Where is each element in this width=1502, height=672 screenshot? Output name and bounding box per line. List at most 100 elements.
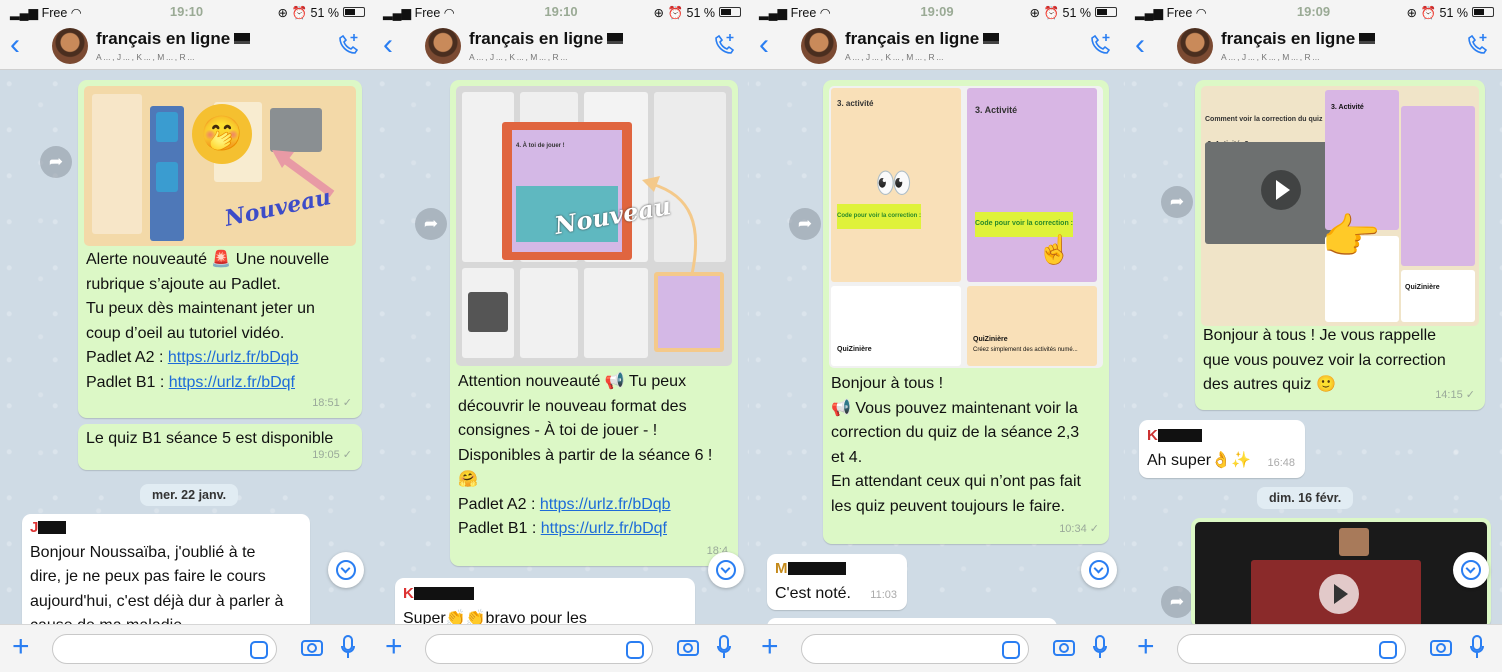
camera-icon[interactable] <box>301 638 323 656</box>
chat-title[interactable]: français en ligne <box>845 29 1000 49</box>
group-avatar[interactable] <box>425 28 461 64</box>
phone-screen-2: ▂▄▆ Free ◠ 19:10 ⊕ ⏰ 51 % ‹ français en … <box>373 0 749 672</box>
battery-percent: ⊕ ⏰ 51 % <box>1406 6 1468 20</box>
back-chevron-icon[interactable]: ‹ <box>759 28 769 62</box>
eyes-icon: 👀 <box>875 167 913 200</box>
pointing-hand-icon: 👉 <box>1321 211 1381 264</box>
video-message[interactable] <box>1191 518 1491 628</box>
member-list: A ... , J ... , K ... , M ... , R ... <box>96 52 195 62</box>
microphone-icon[interactable] <box>1093 635 1107 659</box>
battery-icon <box>343 7 365 17</box>
padlet-b1-link[interactable]: https://urlz.fr/bDqf <box>169 374 295 391</box>
phone-screen-1: ▂▄▆ Free ◠ 19:10 ⊕ ⏰ 51 % ‹ français en … <box>0 0 373 672</box>
message-time: 19:05 ✓ <box>312 448 352 461</box>
highlight-frame: 4. À toi de jouer ! <box>502 122 632 260</box>
laptop-icon <box>234 33 251 44</box>
message-input[interactable] <box>52 634 277 664</box>
message-text: consignes - À toi de jouer - ! <box>458 422 658 439</box>
back-chevron-icon[interactable]: ‹ <box>383 28 393 62</box>
back-chevron-icon[interactable]: ‹ <box>10 28 20 62</box>
microphone-icon[interactable] <box>717 635 731 659</box>
message-text: En attendant ceux qui n’ont pas fait <box>831 473 1081 490</box>
padlet-image[interactable]: 4. À toi de jouer ! Nouveau <box>456 86 732 366</box>
message-time: 11:03 <box>870 588 897 601</box>
sender-name: K <box>403 585 414 602</box>
group-avatar[interactable] <box>1177 28 1213 64</box>
message-bubble[interactable]: 3. activité Code pour voir la correction… <box>823 80 1109 544</box>
sticker-icon[interactable] <box>250 641 268 659</box>
padlet-image[interactable]: 🤭 Nouveau <box>84 86 356 246</box>
quiz-image[interactable]: 3. activité Code pour voir la correction… <box>829 86 1103 368</box>
message-text: Alerte nouveauté 🚨 Une nouvelle <box>86 251 330 268</box>
scroll-down-button[interactable] <box>1453 552 1489 588</box>
quiz-subtitle: Créez simplement des activités numé... <box>973 346 1078 353</box>
message-text: et 4. <box>831 448 863 466</box>
message-bubble[interactable]: J Bonjour Noussaïba, j'oublié à te dire,… <box>22 514 310 632</box>
link-label: Padlet B1 : <box>86 373 165 391</box>
group-avatar[interactable] <box>52 28 88 64</box>
add-call-icon[interactable] <box>335 32 361 58</box>
message-time: 18:51 ✓ <box>312 396 352 409</box>
message-text: que vous pouvez voir la correction <box>1203 351 1446 369</box>
forward-icon[interactable]: ➦ <box>40 146 72 178</box>
date-separator: dim. 16 févr. <box>1257 487 1354 509</box>
add-call-icon[interactable] <box>1087 32 1113 58</box>
back-chevron-icon[interactable]: ‹ <box>1135 28 1145 62</box>
sticker-icon[interactable] <box>1379 641 1397 659</box>
phone-screen-4: ▂▄▆ Free ◠ 19:09 ⊕ ⏰ 51 % ‹ français en … <box>1125 0 1502 672</box>
sticker-icon[interactable] <box>1002 641 1020 659</box>
chat-title[interactable]: français en ligne <box>96 29 251 49</box>
plus-icon[interactable]: + <box>761 631 779 663</box>
camera-icon[interactable] <box>1430 638 1452 656</box>
message-input[interactable] <box>801 634 1029 664</box>
message-time: 10:34 ✓ <box>1059 522 1099 535</box>
link-label: Padlet B1 : <box>458 520 537 537</box>
group-avatar[interactable] <box>801 28 837 64</box>
chat-title[interactable]: français en ligne <box>1221 29 1376 49</box>
scroll-down-button[interactable] <box>1081 552 1117 588</box>
plus-icon[interactable]: + <box>12 631 30 663</box>
padlet-a2-link[interactable]: https://urlz.fr/bDqb <box>168 349 299 366</box>
sticker-icon[interactable] <box>626 641 644 659</box>
message-text: Disponibles à partir de la séance 6 ! <box>458 446 713 464</box>
chat-title[interactable]: français en ligne <box>469 29 624 49</box>
add-call-icon[interactable] <box>711 32 737 58</box>
padlet-b1-link[interactable]: https://urlz.fr/bDqf <box>541 520 667 537</box>
laptop-icon <box>983 33 1000 44</box>
camera-icon[interactable] <box>677 638 699 656</box>
plus-icon[interactable]: + <box>385 631 403 663</box>
scroll-down-button[interactable] <box>708 552 744 588</box>
forward-icon[interactable]: ➦ <box>415 208 447 240</box>
message-bubble[interactable]: 4. À toi de jouer ! Nouveau Attention no… <box>450 80 738 566</box>
battery-percent: ⊕ ⏰ 51 % <box>1029 6 1091 20</box>
battery-icon <box>1095 7 1117 17</box>
link-label: Padlet A2 : <box>458 495 536 513</box>
chat-header: ‹ français en ligne A ... , J ... , K ..… <box>1125 24 1502 70</box>
play-icon[interactable] <box>1276 180 1290 200</box>
message-input[interactable] <box>1177 634 1406 664</box>
message-bubble[interactable]: 🤭 Nouveau Alerte nouveauté 🚨 Une nouvell… <box>78 80 362 418</box>
plus-icon[interactable]: + <box>1137 631 1155 663</box>
scroll-down-button[interactable] <box>328 552 364 588</box>
camera-icon[interactable] <box>1053 638 1075 656</box>
message-input[interactable] <box>425 634 653 664</box>
microphone-icon[interactable] <box>341 635 355 659</box>
forward-icon[interactable]: ➦ <box>789 208 821 240</box>
forward-icon[interactable]: ➦ <box>1161 586 1193 618</box>
chat-header: ‹ français en ligne A ... , J ... , K ..… <box>373 24 749 70</box>
battery-percent: ⊕ ⏰ 51 % <box>653 6 715 20</box>
play-icon[interactable] <box>1334 584 1348 604</box>
forward-icon[interactable]: ➦ <box>1161 186 1193 218</box>
card-heading: 3. activité <box>837 99 874 108</box>
message-bubble[interactable]: Le quiz B1 séance 5 est disponible 19:05… <box>78 424 362 470</box>
quiz-video-image[interactable]: Comment voir la correction du quiz -3. A… <box>1201 86 1479 326</box>
message-bubble[interactable]: K Ah super👌✨ 16:48 <box>1139 420 1305 478</box>
quiz-brand: QuiZinière <box>1405 284 1440 291</box>
padlet-a2-link[interactable]: https://urlz.fr/bDqb <box>540 496 671 513</box>
message-bubble[interactable]: M C'est noté. 11:03 <box>767 554 907 610</box>
microphone-icon[interactable] <box>1470 635 1484 659</box>
pointer-hand-icon: ☝ <box>1037 234 1072 265</box>
message-bubble[interactable]: Comment voir la correction du quiz -3. A… <box>1195 80 1485 410</box>
add-call-icon[interactable] <box>1464 32 1490 58</box>
message-text: rubrique s’ajoute au Padlet. <box>86 275 281 293</box>
